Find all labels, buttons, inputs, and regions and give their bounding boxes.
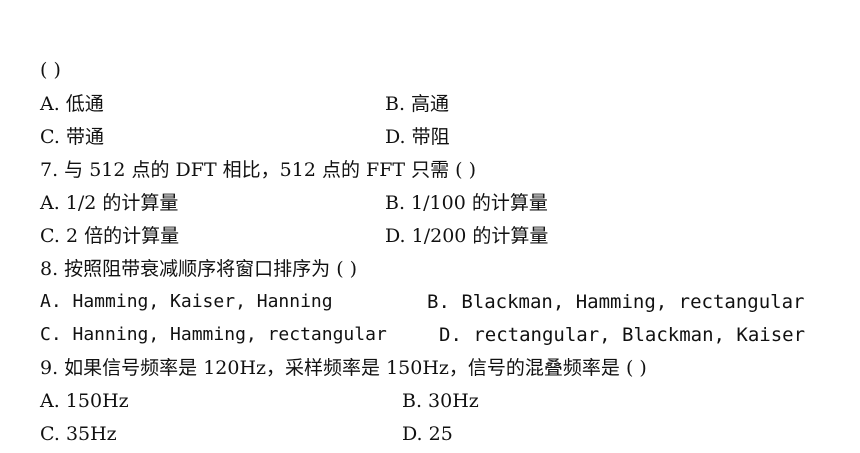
question-7-option-c: C. 2 倍的计算量: [40, 225, 180, 247]
question-9-option-c: C. 35Hz: [40, 423, 117, 445]
question-6-option-b: B. 高通: [385, 93, 450, 115]
question-8-option-b: B. Blackman, Hamming, rectangular: [427, 291, 805, 313]
question-7-option-b: B. 1/100 的计算量: [385, 192, 548, 214]
question-7-text: 7. 与 512 点的 DFT 相比，512 点的 FFT 只需 ( ): [40, 159, 477, 181]
question-8-text: 8. 按照阻带衰减顺序将窗口排序为 ( ): [40, 258, 358, 280]
question-6-answer-paren: ( ): [40, 59, 61, 81]
question-6-option-a: A. 低通: [40, 93, 104, 115]
question-7-option-d: D. 1/200 的计算量: [385, 225, 549, 247]
question-8-option-a: A. Hamming, Kaiser, Hanning: [40, 291, 333, 312]
question-7-option-a: A. 1/2 的计算量: [40, 192, 179, 214]
question-9-option-d: D. 25: [402, 423, 453, 445]
question-8-option-c: C. Hanning, Hamming, rectangular: [40, 324, 387, 345]
question-8-option-d: D. rectangular, Blackman, Kaiser: [439, 324, 806, 346]
question-9-option-a: A. 150Hz: [40, 390, 129, 412]
question-9-option-b: B. 30Hz: [402, 390, 479, 412]
question-6-option-c: C. 带通: [40, 126, 104, 148]
document-page: ( ) A. 低通 B. 高通 C. 带通 D. 带阻 7. 与 512 点的 …: [0, 0, 860, 453]
question-9-text: 9. 如果信号频率是 120Hz，采样频率是 150Hz，信号的混叠频率是 ( …: [40, 357, 647, 379]
question-6-option-d: D. 带阻: [385, 126, 450, 148]
